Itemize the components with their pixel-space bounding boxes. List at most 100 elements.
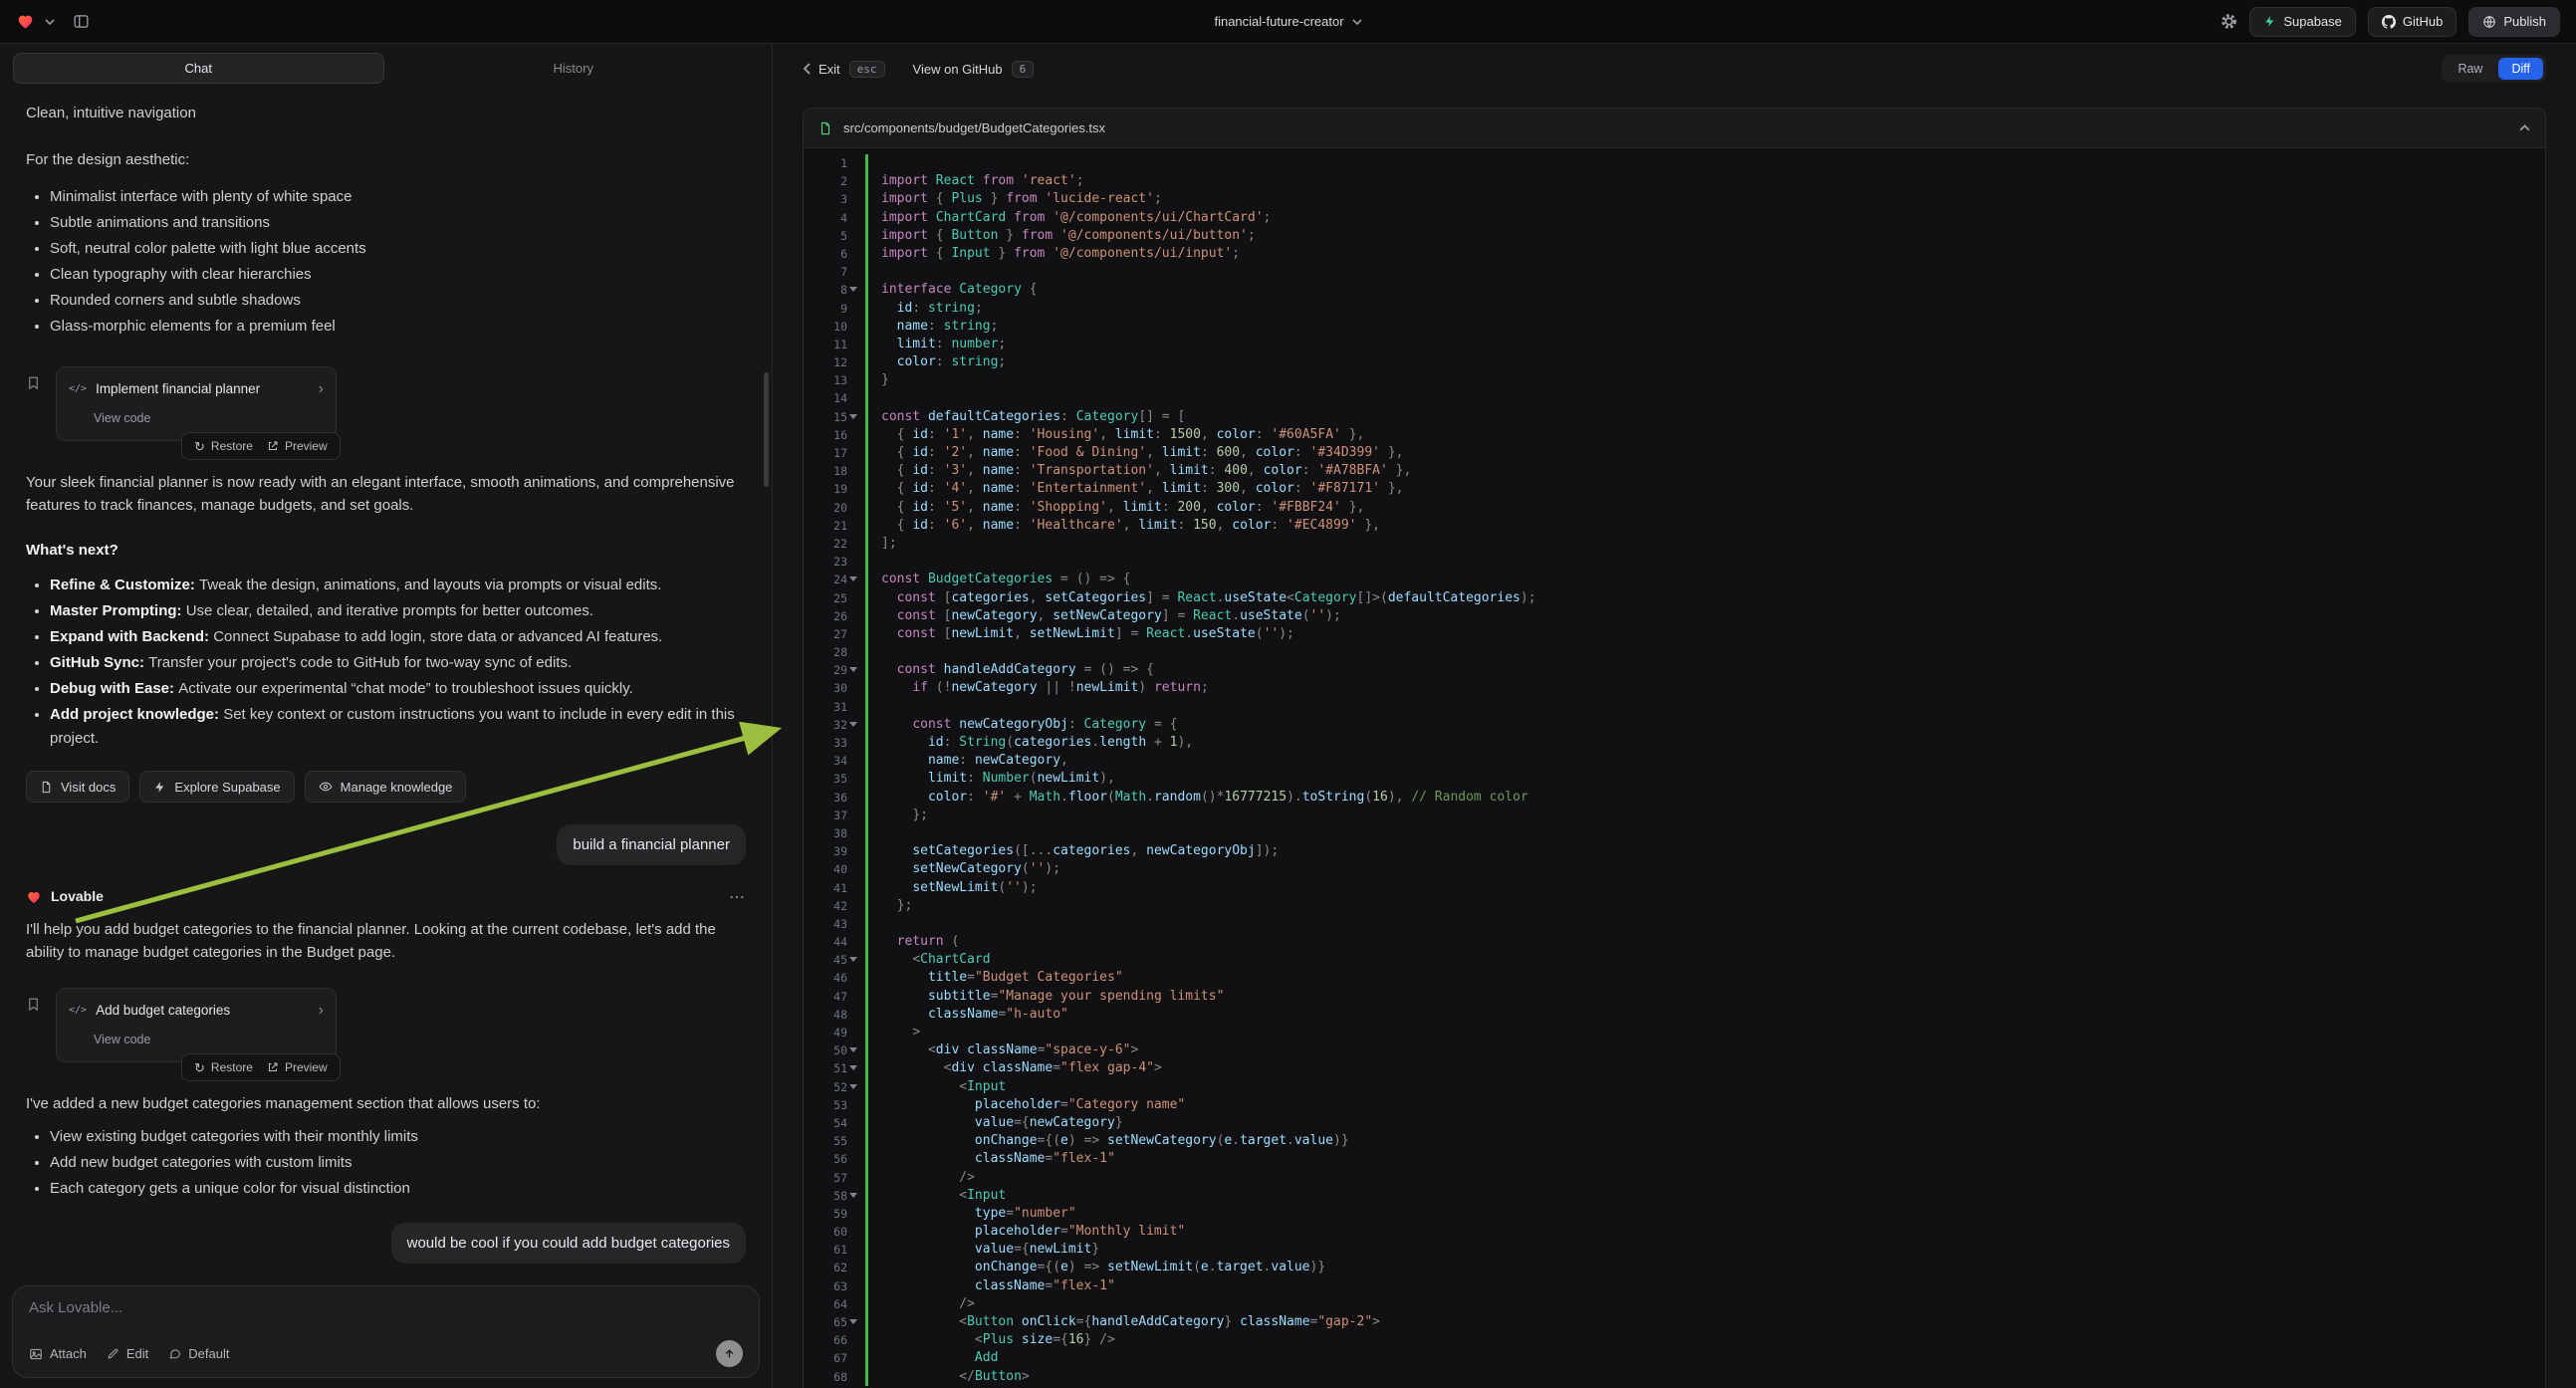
- sidebar-toggle-icon[interactable]: [73, 13, 90, 30]
- fold-chevron-icon[interactable]: [849, 577, 857, 581]
- explore-supabase-button[interactable]: Explore Supabase: [139, 771, 294, 803]
- code-text: </Button>: [865, 1368, 2545, 1386]
- line-number: 10: [804, 318, 865, 336]
- preview-button[interactable]: Preview: [267, 439, 328, 453]
- chat-input[interactable]: [29, 1299, 743, 1325]
- fold-chevron-icon[interactable]: [849, 287, 857, 292]
- line-number: 28: [804, 643, 865, 661]
- code-text: import { Plus } from 'lucide-react';: [865, 190, 2545, 208]
- code-text: setNewLimit('');: [865, 879, 2545, 897]
- restore-button[interactable]: ↻ Restore: [194, 439, 253, 453]
- code-line: 1: [804, 154, 2545, 172]
- line-number: 62: [804, 1259, 865, 1276]
- message-menu-icon[interactable]: ⋯: [729, 887, 746, 907]
- tab-chat[interactable]: Chat: [13, 53, 384, 84]
- fold-chevron-icon[interactable]: [849, 1193, 857, 1198]
- diff-toggle-button[interactable]: Diff: [2498, 58, 2543, 80]
- edit-mode-button[interactable]: Edit: [107, 1346, 148, 1361]
- view-on-github-link[interactable]: View on GitHub 6: [913, 61, 1035, 78]
- preview-button[interactable]: Preview: [267, 1060, 328, 1074]
- settings-gear-icon[interactable]: [2221, 13, 2237, 30]
- code-scroll-area[interactable]: 1 2import React from 'react';3import { P…: [804, 148, 2545, 1388]
- fold-chevron-icon[interactable]: [849, 1065, 857, 1070]
- mode-selector[interactable]: Default: [168, 1346, 229, 1361]
- restore-button[interactable]: ↻ Restore: [194, 1060, 253, 1074]
- line-number: 25: [804, 589, 865, 607]
- aesthetic-list: Minimalist interface with plenty of whit…: [26, 185, 746, 339]
- raw-toggle-button[interactable]: Raw: [2445, 58, 2495, 80]
- code-text: import { Input } from '@/components/ui/i…: [865, 245, 2545, 263]
- bookmark-icon[interactable]: [26, 996, 41, 1019]
- publish-button[interactable]: Publish: [2468, 7, 2560, 37]
- chat-scrollbar[interactable]: [764, 372, 769, 487]
- restore-preview-toolbar: ↻ Restore Preview: [181, 1053, 341, 1081]
- code-text: color: string;: [865, 353, 2545, 371]
- code-line: 27 const [newLimit, setNewLimit] = React…: [804, 625, 2545, 643]
- view-code-link[interactable]: View code: [69, 407, 324, 430]
- collapse-chevron-icon[interactable]: [2519, 124, 2530, 131]
- fold-chevron-icon[interactable]: [849, 1319, 857, 1324]
- code-line: 47 subtitle="Manage your spending limits…: [804, 988, 2545, 1006]
- line-number: 57: [804, 1169, 865, 1187]
- line-number: 47: [804, 988, 865, 1006]
- code-line: 58 <Input: [804, 1187, 2545, 1205]
- bookmark-icon[interactable]: [26, 374, 41, 397]
- tool-card-add-budget-categories[interactable]: </> Add budget categories › View code: [56, 988, 337, 1062]
- line-number: 33: [804, 734, 865, 752]
- github-label: GitHub: [2403, 14, 2443, 29]
- preview-label: Preview: [285, 1060, 328, 1074]
- code-line: 24const BudgetCategories = () => {: [804, 571, 2545, 588]
- fold-chevron-icon[interactable]: [849, 1047, 857, 1052]
- attach-label: Attach: [50, 1346, 87, 1361]
- file-header[interactable]: src/components/budget/BudgetCategories.t…: [804, 109, 2545, 148]
- tab-history[interactable]: History: [388, 53, 760, 84]
- fold-chevron-icon[interactable]: [849, 414, 857, 419]
- next-steps-list: Refine & Customize: Tweak the design, an…: [26, 574, 746, 751]
- tool-card-implement-financial-planner[interactable]: </> Implement financial planner › View c…: [56, 366, 337, 441]
- view-on-github-label: View on GitHub: [913, 62, 1003, 77]
- project-switcher[interactable]: financial-future-creator: [1214, 14, 1361, 29]
- user-message: build a financial planner: [557, 824, 746, 865]
- line-number: 14: [804, 389, 865, 407]
- aesthetic-bullet: Subtle animations and transitions: [50, 211, 746, 235]
- code-line: 60 placeholder="Monthly limit": [804, 1223, 2545, 1241]
- line-number: 34: [804, 752, 865, 770]
- line-number: 39: [804, 842, 865, 860]
- github-button[interactable]: GitHub: [2368, 7, 2457, 37]
- view-code-link[interactable]: View code: [69, 1029, 324, 1051]
- code-text: <Input: [865, 1078, 2545, 1096]
- code-text: className="flex-1": [865, 1150, 2545, 1168]
- next-step-item: GitHub Sync: Transfer your project's cod…: [50, 651, 746, 675]
- code-text: color: '#' + Math.floor(Math.random()*16…: [865, 789, 2545, 807]
- lovable-logo-icon[interactable]: [16, 12, 35, 31]
- visit-docs-button[interactable]: Visit docs: [26, 771, 129, 803]
- exit-button[interactable]: Exit: [803, 62, 840, 77]
- supabase-button[interactable]: Supabase: [2249, 7, 2356, 37]
- manage-knowledge-button[interactable]: Manage knowledge: [305, 771, 467, 803]
- workspace-chevron-icon[interactable]: [45, 19, 55, 25]
- fold-chevron-icon[interactable]: [849, 1084, 857, 1089]
- github-mark-icon: [2382, 15, 2396, 29]
- attach-button[interactable]: Attach: [29, 1346, 87, 1361]
- aesthetic-bullet: Rounded corners and subtle shadows: [50, 289, 746, 313]
- line-number: 5: [804, 227, 865, 245]
- code-text: limit: number;: [865, 336, 2545, 353]
- fold-chevron-icon[interactable]: [849, 957, 857, 962]
- code-line: 41 setNewLimit('');: [804, 879, 2545, 897]
- code-line: 61 value={newLimit}: [804, 1241, 2545, 1259]
- code-text: const [categories, setCategories] = Reac…: [865, 589, 2545, 607]
- line-number: 54: [804, 1114, 865, 1132]
- chat-messages: Clean, intuitive navigation For the desi…: [0, 90, 772, 1277]
- code-text: [865, 263, 2545, 281]
- eye-icon: [319, 780, 333, 794]
- next-step-item: Master Prompting: Use clear, detailed, a…: [50, 599, 746, 623]
- line-number: 61: [804, 1241, 865, 1259]
- fold-chevron-icon[interactable]: [849, 667, 857, 672]
- esc-kbd: esc: [849, 61, 885, 78]
- code-text: import React from 'react';: [865, 172, 2545, 190]
- code-text: }: [865, 371, 2545, 389]
- fold-chevron-icon[interactable]: [849, 722, 857, 727]
- code-line: 50 <div className="space-y-6">: [804, 1041, 2545, 1059]
- send-button[interactable]: [716, 1340, 743, 1367]
- external-link-icon: [267, 440, 279, 452]
